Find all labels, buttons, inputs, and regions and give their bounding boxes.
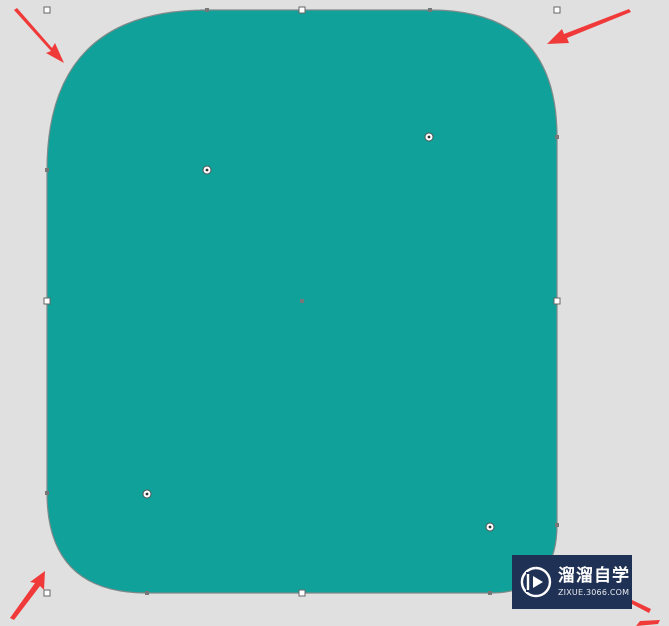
- arrow-top-right-icon: [547, 9, 631, 44]
- watermark-text: 溜溜自学 ZIXUE.3066.COM: [558, 565, 630, 597]
- handle-middle-right[interactable]: [553, 297, 561, 305]
- corner-radius-widget-top-right[interactable]: [424, 132, 434, 142]
- handle-top-middle[interactable]: [298, 6, 306, 14]
- handle-bottom-left[interactable]: [43, 589, 51, 597]
- watermark-logo: 溜溜自学 ZIXUE.3066.COM: [512, 555, 632, 609]
- handle-bottom-middle[interactable]: [298, 589, 306, 597]
- anchor-point[interactable]: [145, 591, 149, 595]
- watermark-title: 溜溜自学: [558, 565, 630, 586]
- center-point[interactable]: [300, 299, 304, 303]
- arrow-top-left-icon: [14, 8, 64, 63]
- arrow-bottom-left-icon: [10, 571, 45, 620]
- arrow-bottom-right-icon: [630, 600, 660, 626]
- corner-radius-widget-top-left[interactable]: [202, 165, 212, 175]
- anchor-point[interactable]: [45, 168, 49, 172]
- corner-radius-widget-bottom-right[interactable]: [485, 522, 495, 532]
- handle-top-right[interactable]: [553, 6, 561, 14]
- watermark-url: ZIXUE.3066.COM: [558, 587, 630, 597]
- anchor-point[interactable]: [488, 591, 492, 595]
- anchor-point[interactable]: [555, 523, 559, 527]
- design-canvas[interactable]: [0, 0, 669, 626]
- handle-top-left[interactable]: [43, 6, 51, 14]
- play-logo-icon: [520, 566, 552, 598]
- anchor-point[interactable]: [555, 135, 559, 139]
- handle-middle-left[interactable]: [43, 297, 51, 305]
- anchor-point[interactable]: [45, 491, 49, 495]
- corner-radius-widget-bottom-left[interactable]: [142, 489, 152, 499]
- anchor-point[interactable]: [428, 8, 432, 12]
- anchor-point[interactable]: [205, 8, 209, 12]
